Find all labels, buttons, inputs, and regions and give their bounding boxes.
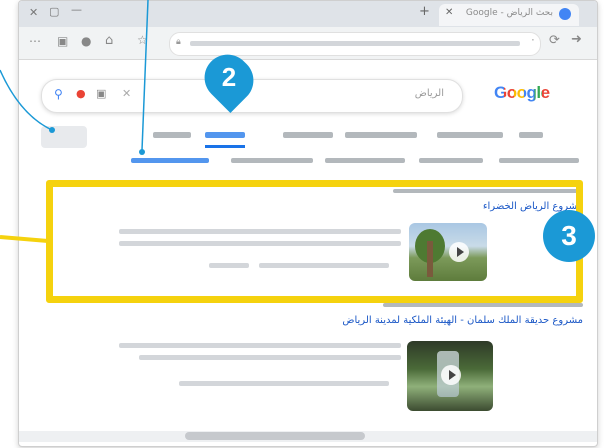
callout-line-1 [0,69,55,133]
result-url [383,303,583,307]
search-result-2[interactable]: مشروع حديقة الملك سلمان - الهيئة الملكية… [79,301,583,411]
callout-badge-2: 2 [221,62,237,92]
filter-quality[interactable] [325,158,405,163]
result-title[interactable]: مشروع حديقة الملك سلمان - الهيئة الملكية… [342,315,583,326]
new-tab-button[interactable]: + [419,4,430,19]
minimize-window-icon[interactable]: — [71,3,82,16]
forward-icon[interactable]: ⋅ [531,33,535,47]
tab-more[interactable] [153,132,191,138]
tab-all[interactable] [519,132,543,138]
tab-videos-underline [205,145,245,148]
tab-maps[interactable] [437,132,503,138]
search-input[interactable]: الرياض [415,88,444,99]
filter-subtitles[interactable] [231,158,313,163]
browser-toolbar: ⋯ ▣ ● ⌂ ☆ 🔒︎ ⟳ ⋅ ➜ [19,27,597,60]
callout-badge-3-number: 3 [561,220,577,251]
home-icon[interactable]: ⌂ [105,33,113,48]
url-text [190,41,520,46]
back-icon[interactable]: ➜ [571,32,582,47]
filter-duration[interactable] [499,158,579,163]
profile-icon[interactable]: ● [81,34,91,48]
google-logo: Google [494,83,550,103]
tab-videos[interactable] [205,132,245,138]
camera-icon[interactable]: ▣ [96,87,106,100]
result-snippet-line-2 [139,355,401,360]
play-icon[interactable] [441,365,461,385]
result-source [179,381,389,386]
result-snippet-line-1 [119,343,401,348]
logo-text: Google [494,83,550,102]
callout-badge-3: 3 [543,210,595,262]
callout-line-2 [139,0,149,155]
filter-time[interactable] [419,158,483,163]
tab-bar: ✕ ▢ — + ✕ Google - بحث الرياض [19,1,597,27]
tab-close-icon[interactable]: ✕ [445,7,453,18]
tab-news[interactable] [283,132,333,138]
tab-google-search[interactable]: ✕ Google - بحث الرياض [439,4,579,26]
google-favicon-icon [559,8,571,20]
lock-icon: 🔒︎ [176,37,181,47]
callout-line-3 [0,235,49,243]
tab-title: Google - بحث الرياض [465,8,553,18]
result-highlight-box [46,180,583,303]
clear-icon[interactable]: ✕ [122,87,131,100]
address-bar[interactable]: 🔒︎ [169,32,541,56]
refresh-icon[interactable]: ⟳ [549,33,560,48]
scrollbar-thumb[interactable] [185,432,365,440]
mic-icon[interactable]: ● [76,87,86,100]
tab-images[interactable] [345,132,417,138]
result-video-thumbnail[interactable] [407,341,493,411]
